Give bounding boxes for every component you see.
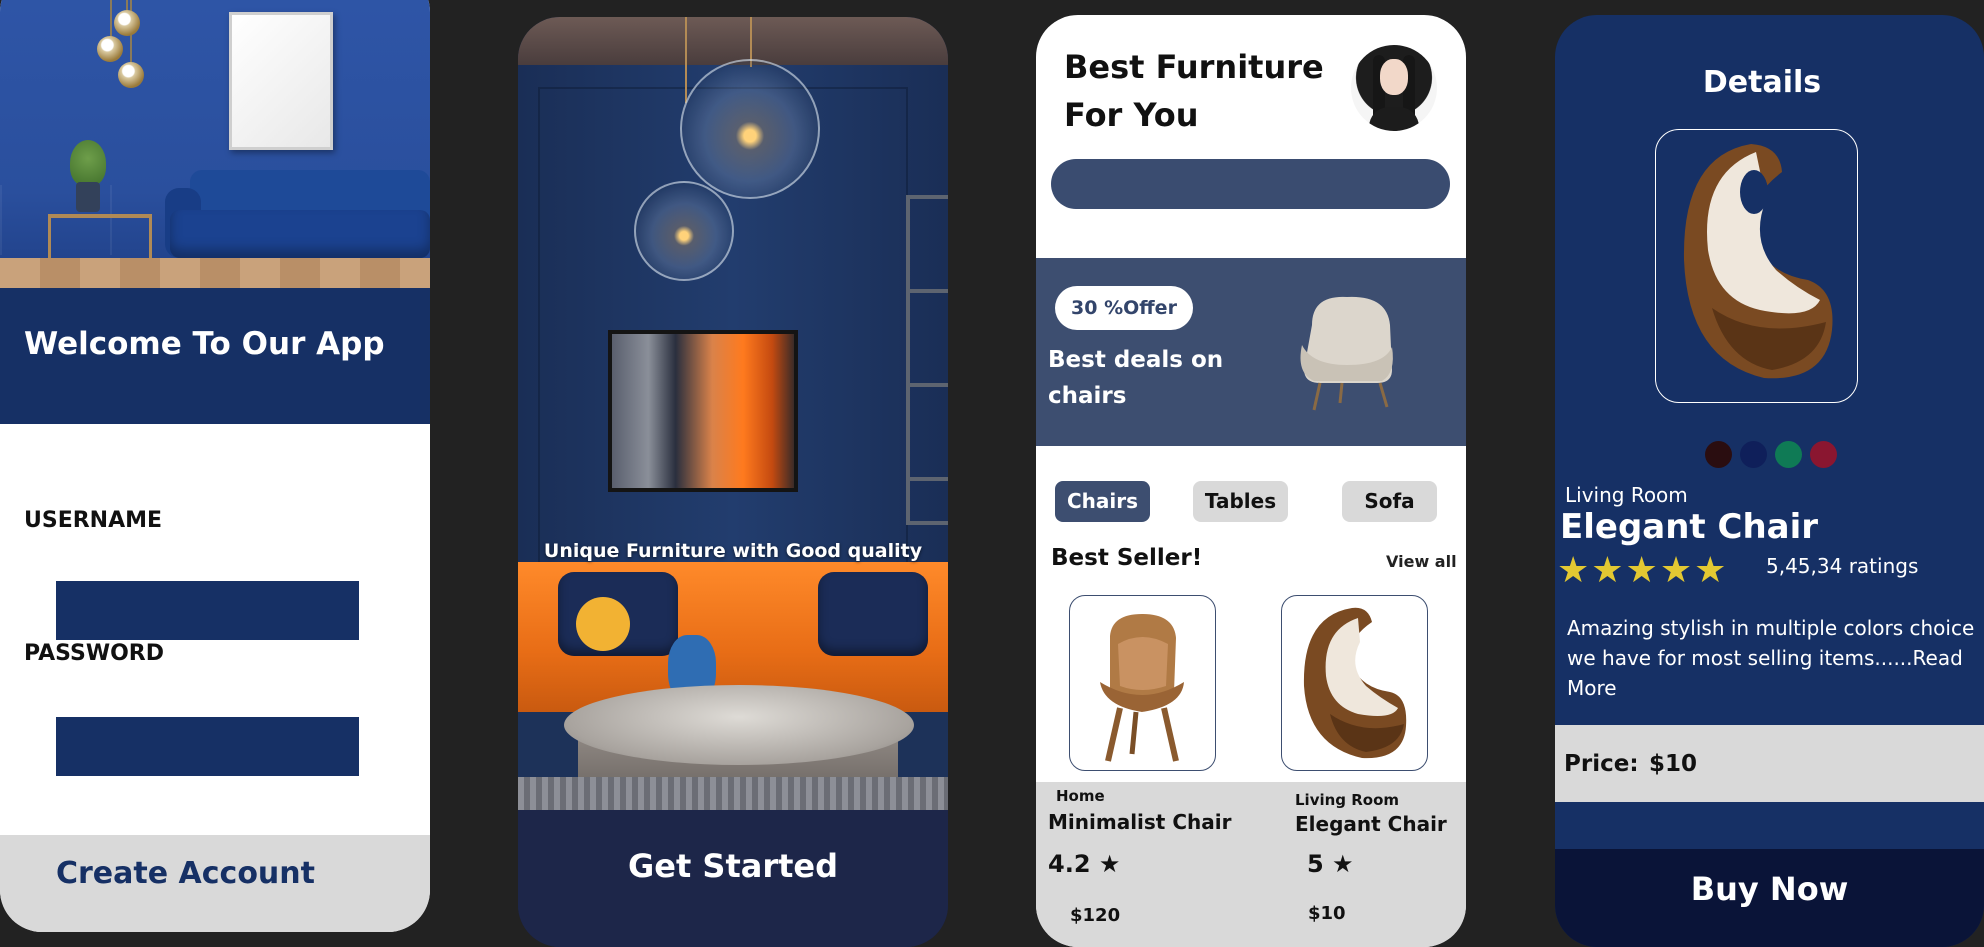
color-option[interactable] [1705,441,1732,468]
tagline: Unique Furniture with Good quality [543,540,923,562]
wall-frame-image [229,12,333,150]
product-category: Living Room [1295,791,1400,809]
welcome-screen: Welcome To Our App USERNAME PASSWORD Cre… [0,0,430,932]
coffee-table-image [564,685,914,765]
page-title: Best Furniture For You [1064,48,1324,134]
create-account-button[interactable]: Create Account [56,856,315,891]
product-price: $120 [1070,905,1121,926]
product-description: Amazing stylish in multiple colors choic… [1567,616,1975,700]
minimalist-chair-image [1100,614,1184,762]
password-label: PASSWORD [24,641,165,666]
username-input[interactable] [56,581,359,640]
product-price: $10 [1308,903,1346,924]
tab-sofa[interactable]: Sofa [1342,481,1437,522]
product-card[interactable] [1069,595,1216,771]
product-name: Minimalist Chair [1048,810,1232,834]
password-input[interactable] [56,717,359,776]
view-all-link[interactable]: View all [1386,552,1457,571]
buy-now-button[interactable]: Buy Now [1555,870,1984,908]
details-screen: Details Living Room Elegant Chair ★★★★★ … [1555,15,1984,947]
product-card[interactable] [1281,595,1428,771]
home-screen: Best Furniture For You 30 %Offer Best de… [1036,15,1466,947]
blue-sofa-image [170,210,430,258]
tab-chairs[interactable]: Chairs [1055,481,1150,522]
search-input[interactable] [1051,159,1450,209]
product-name: Elegant Chair [1560,507,1819,547]
bookshelf-image [906,195,948,525]
armchair-image [1300,296,1393,411]
color-option[interactable] [1810,441,1837,468]
color-option[interactable] [1775,441,1802,468]
username-label: USERNAME [24,508,163,533]
abstract-painting-image [608,330,798,492]
product-image-frame [1655,129,1858,403]
glass-pendant-lamp-icon [634,181,734,281]
price-value: $10 [1649,751,1698,777]
pendant-lamp-icon [114,10,140,36]
product-name: Elegant Chair [1295,812,1447,836]
product-rating: 4.2 ★ [1048,850,1121,878]
pendant-lamp-icon [118,62,144,88]
page-title: Details [1702,65,1822,100]
color-option[interactable] [1740,441,1767,468]
living-room-photo [0,0,430,288]
welcome-title: Welcome To Our App [24,326,385,362]
star-rating-icon: ★★★★★ [1557,550,1729,591]
elegant-chair-image [1303,607,1407,759]
product-category: Home [1056,787,1105,805]
deal-text: Best deals on chairs [1048,347,1224,409]
section-title: Best Seller! [1051,545,1203,571]
tab-tables[interactable]: Tables [1193,481,1288,522]
offer-badge: 30 %Offer [1055,286,1193,330]
get-started-screen: Unique Furniture with Good quality Get S… [518,17,948,947]
elegant-chair-image [1683,144,1833,379]
glass-pendant-lamp-icon [680,59,820,199]
interior-photo [518,17,948,810]
avatar[interactable] [1351,45,1437,131]
get-started-button[interactable]: Get Started [518,847,948,885]
ratings-count: 5,45,34 ratings [1766,554,1919,578]
price-label: Price: [1564,751,1639,777]
product-category: Living Room [1565,483,1688,507]
pendant-lamp-icon [97,36,123,62]
product-rating: 5 ★ [1307,850,1354,878]
